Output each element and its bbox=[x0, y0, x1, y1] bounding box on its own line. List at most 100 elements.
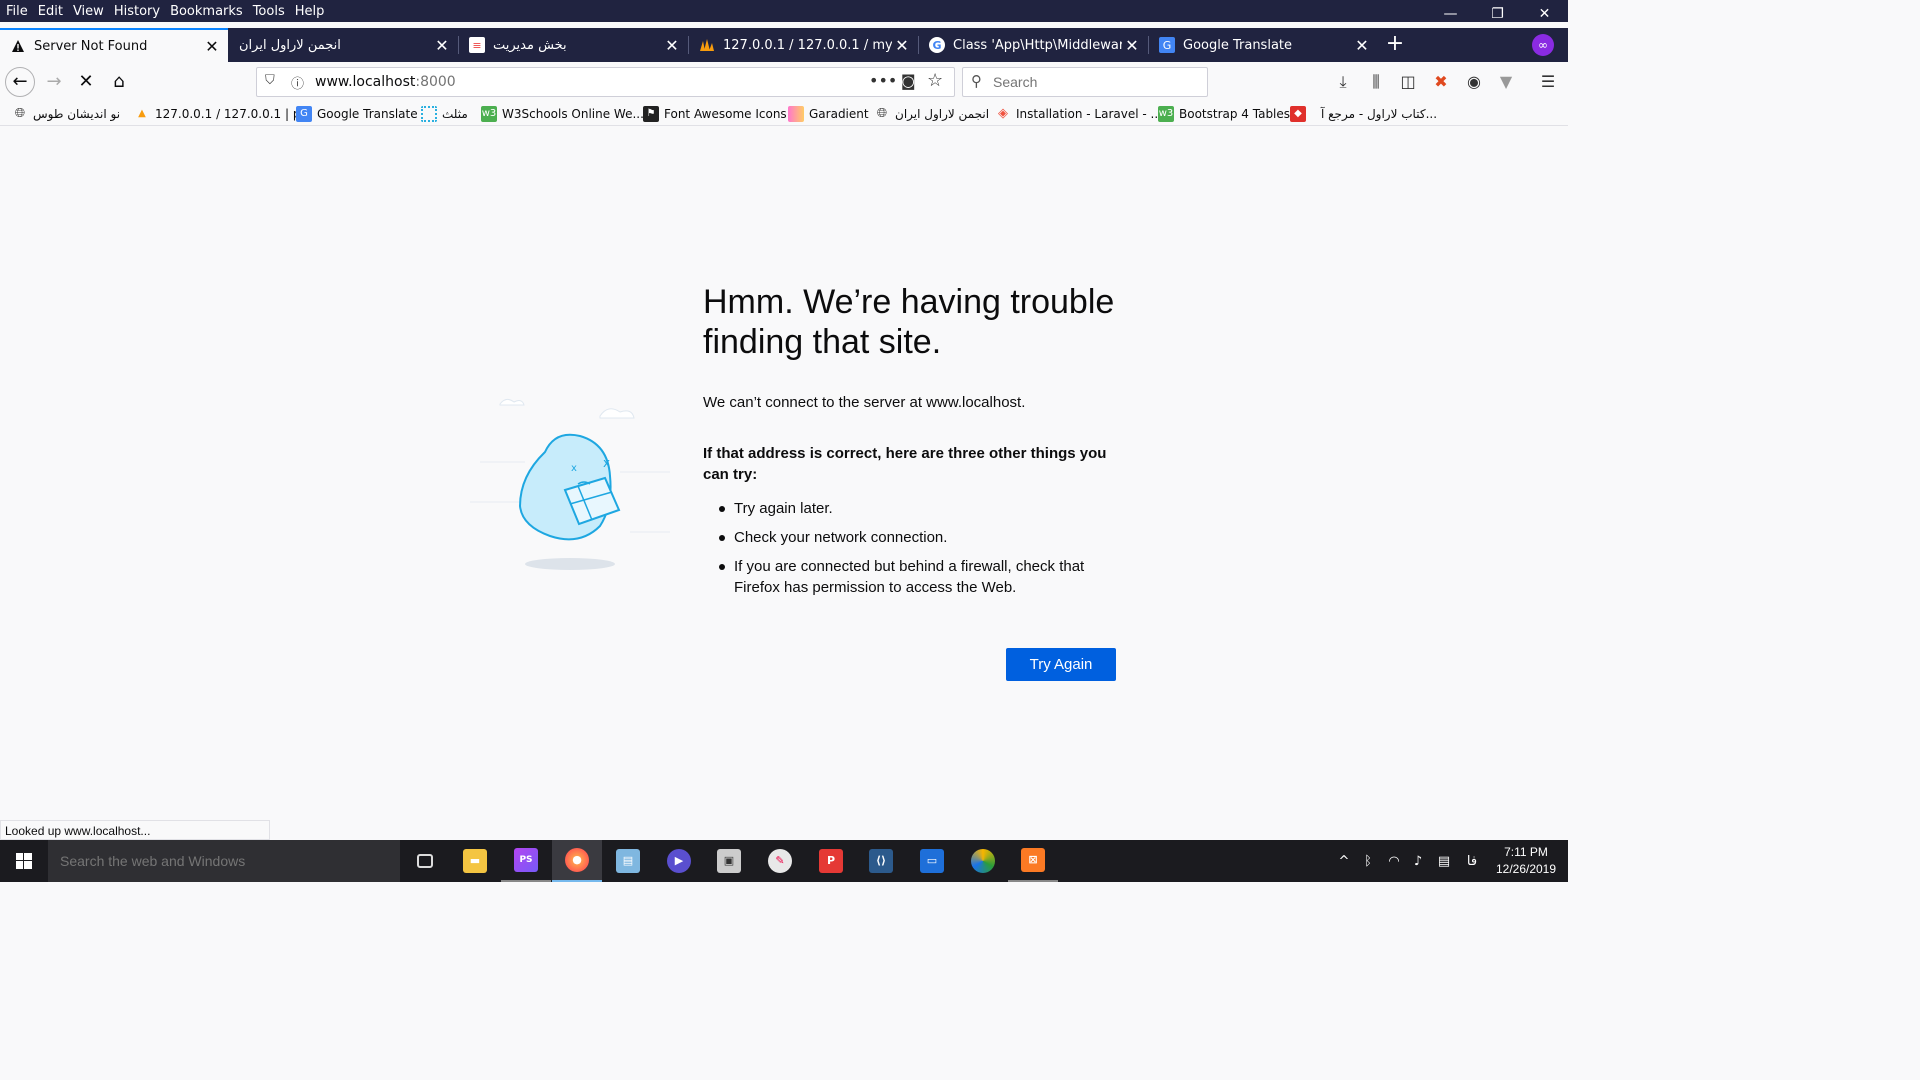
tab-close-icon[interactable]: ✕ bbox=[432, 36, 452, 55]
bookmark-label: مثلث bbox=[442, 107, 468, 121]
tab-close-icon[interactable]: ✕ bbox=[202, 37, 222, 56]
clock[interactable]: 7:11 PM 12/26/2019 bbox=[1490, 844, 1562, 878]
forward-button[interactable]: → bbox=[39, 68, 69, 96]
taskbar-app[interactable]: ⟨⟩ bbox=[856, 840, 906, 882]
list-item: If you are connected but behind a firewa… bbox=[703, 556, 1123, 598]
bookmark-item[interactable]: مثلث bbox=[421, 105, 468, 123]
warning-icon bbox=[10, 38, 26, 54]
taskbar-app[interactable]: P bbox=[806, 840, 856, 882]
bookmark-item[interactable]: w3 Bootstrap 4 Tables bbox=[1158, 105, 1290, 123]
bookmark-item[interactable]: 🌐︎ انجمن لاراول ایران bbox=[874, 105, 989, 123]
account-icon[interactable]: ◉ bbox=[1462, 72, 1486, 92]
taskbar-app[interactable]: ▶ bbox=[654, 840, 704, 882]
vpn-extension-icon[interactable]: ▼ bbox=[1494, 72, 1518, 92]
tab-close-icon[interactable]: ✕ bbox=[1352, 36, 1372, 55]
library-icon[interactable]: ⫼ bbox=[1364, 72, 1388, 92]
taskbar-search-input[interactable] bbox=[60, 851, 380, 871]
info-icon[interactable]: ⓘ bbox=[291, 73, 304, 92]
tray-chevron-icon[interactable]: ^ bbox=[1334, 840, 1354, 882]
hamburger-menu-icon[interactable]: ☰ bbox=[1536, 72, 1560, 92]
sidebar-icon[interactable]: ◫ bbox=[1396, 72, 1420, 92]
bookmark-star-icon[interactable]: ☆ bbox=[927, 70, 943, 91]
back-button[interactable]: ← bbox=[5, 67, 35, 97]
menu-file[interactable]: File bbox=[0, 4, 28, 19]
stop-button[interactable]: ✕ bbox=[71, 68, 101, 96]
tab-google-translate[interactable]: G Google Translate ✕ bbox=[1149, 28, 1378, 62]
menu-tools[interactable]: Tools bbox=[247, 4, 285, 19]
taskbar-app[interactable]: ● bbox=[552, 840, 602, 882]
home-icon: ⌂ bbox=[113, 71, 125, 92]
media-player-icon: ▶ bbox=[667, 849, 691, 873]
taskbar-app[interactable]: ▣ bbox=[704, 840, 754, 882]
windows-icon bbox=[16, 853, 32, 869]
taskbar-search[interactable] bbox=[48, 840, 400, 882]
bluetooth-icon[interactable]: ᛒ bbox=[1356, 840, 1380, 882]
notifications-icon[interactable]: ▤ bbox=[1432, 840, 1456, 882]
tab-server-not-found[interactable]: Server Not Found ✕ bbox=[0, 28, 228, 62]
phpstorm-icon: PS bbox=[514, 848, 538, 872]
bookmark-item[interactable]: ⚑ Font Awesome Icons bbox=[643, 105, 787, 123]
taskbar-app[interactable]: PS bbox=[501, 840, 551, 882]
minimize-button[interactable]: — bbox=[1427, 0, 1474, 28]
wifi-icon[interactable]: ◠ bbox=[1382, 840, 1406, 882]
list-item: Try again later. bbox=[703, 498, 1123, 519]
menu-edit[interactable]: Edit bbox=[32, 4, 63, 19]
tab-close-icon[interactable]: ✕ bbox=[662, 36, 682, 55]
bookmark-item[interactable]: G Google Translate bbox=[296, 105, 418, 123]
nav-bar: ← → ✕ ⌂ ⛉ ⓘ www.localhost:8000 ••• ◙ ☆ ⚲… bbox=[0, 62, 1568, 102]
gradient-icon bbox=[788, 106, 804, 122]
url-bar[interactable]: ⛉ ⓘ www.localhost:8000 ••• ◙ ☆ bbox=[256, 67, 955, 97]
bookmark-label: انجمن لاراول ایران bbox=[895, 107, 990, 121]
google-icon: G bbox=[929, 37, 945, 53]
search-input[interactable] bbox=[993, 72, 1193, 92]
language-indicator[interactable]: فا bbox=[1460, 840, 1484, 882]
task-view-button[interactable] bbox=[400, 840, 450, 882]
menu-view[interactable]: View bbox=[67, 4, 104, 19]
page-actions-icon[interactable]: ••• bbox=[869, 71, 897, 90]
file-explorer-icon: ▬ bbox=[463, 849, 487, 873]
shield-icon[interactable]: ⛉ bbox=[265, 73, 275, 88]
bookmark-item[interactable]: ◆ کتاب لاراول - مرجع آ... bbox=[1290, 105, 1437, 123]
taskbar-app[interactable]: ✎ bbox=[755, 840, 805, 882]
tab-close-icon[interactable]: ✕ bbox=[892, 36, 912, 55]
bookmark-item[interactable]: Garadient bbox=[788, 105, 869, 123]
volume-icon[interactable]: ♪ bbox=[1406, 840, 1430, 882]
tab-laravel-iran[interactable]: انجمن لاراول ایران ✕ bbox=[229, 28, 458, 62]
bookmark-label: W3Schools Online We... bbox=[502, 107, 644, 121]
tab-google-search[interactable]: G Class 'App\Http\Middleware\R ✕ bbox=[919, 28, 1148, 62]
tab-phpmyadmin[interactable]: 127.0.0.1 / 127.0.0.1 / mysite / r ✕ bbox=[689, 28, 918, 62]
downloads-icon[interactable]: ⤓ bbox=[1331, 72, 1355, 92]
search-box[interactable]: ⚲ bbox=[962, 67, 1208, 97]
laravel-book-icon: ◆ bbox=[1290, 106, 1306, 122]
window-controls: — ❐ ✕ bbox=[1427, 0, 1568, 28]
pocket-icon[interactable]: ◙ bbox=[901, 72, 916, 90]
tab-admin[interactable]: ≡ بخش مدیریت ✕ bbox=[459, 28, 688, 62]
try-again-button[interactable]: Try Again bbox=[1006, 648, 1116, 681]
firefox-icon: ● bbox=[565, 848, 589, 872]
start-button[interactable] bbox=[0, 840, 48, 882]
home-button[interactable]: ⌂ bbox=[104, 68, 134, 96]
taskbar-app[interactable]: ▬ bbox=[450, 840, 500, 882]
new-tab-button[interactable]: + bbox=[1383, 28, 1407, 62]
url-text[interactable]: www.localhost:8000 bbox=[315, 74, 456, 90]
url-host: www.localhost bbox=[315, 74, 416, 90]
close-window-button[interactable]: ✕ bbox=[1521, 0, 1568, 28]
taskbar-app[interactable]: ▭ bbox=[907, 840, 957, 882]
restore-button[interactable]: ❐ bbox=[1474, 0, 1521, 28]
menu-bookmarks[interactable]: Bookmarks bbox=[164, 4, 243, 19]
window-app-icon: ▭ bbox=[920, 849, 944, 873]
taskbar-app[interactable]: ⊠ bbox=[1008, 840, 1058, 882]
taskbar-app[interactable]: ▤ bbox=[603, 840, 653, 882]
bookmark-item[interactable]: w3 W3Schools Online We... bbox=[481, 105, 644, 123]
svg-text:x: x bbox=[603, 456, 610, 470]
bookmark-item[interactable]: 🌐︎ نو اندیشان طوس bbox=[12, 105, 120, 123]
bookmark-item[interactable]: ◈ Installation - Laravel - ... bbox=[995, 105, 1162, 123]
tab-close-icon[interactable]: ✕ bbox=[1122, 36, 1142, 55]
bookmark-label: Bootstrap 4 Tables bbox=[1179, 107, 1291, 121]
taskbar-app[interactable] bbox=[958, 840, 1008, 882]
bookmark-item[interactable]: ▲ 127.0.0.1 / 127.0.0.1 | p... bbox=[134, 105, 312, 123]
chrome-canary-icon bbox=[971, 849, 995, 873]
menu-history[interactable]: History bbox=[108, 4, 160, 19]
extension-icon[interactable]: ✖ bbox=[1429, 72, 1453, 92]
menu-help[interactable]: Help bbox=[289, 4, 325, 19]
